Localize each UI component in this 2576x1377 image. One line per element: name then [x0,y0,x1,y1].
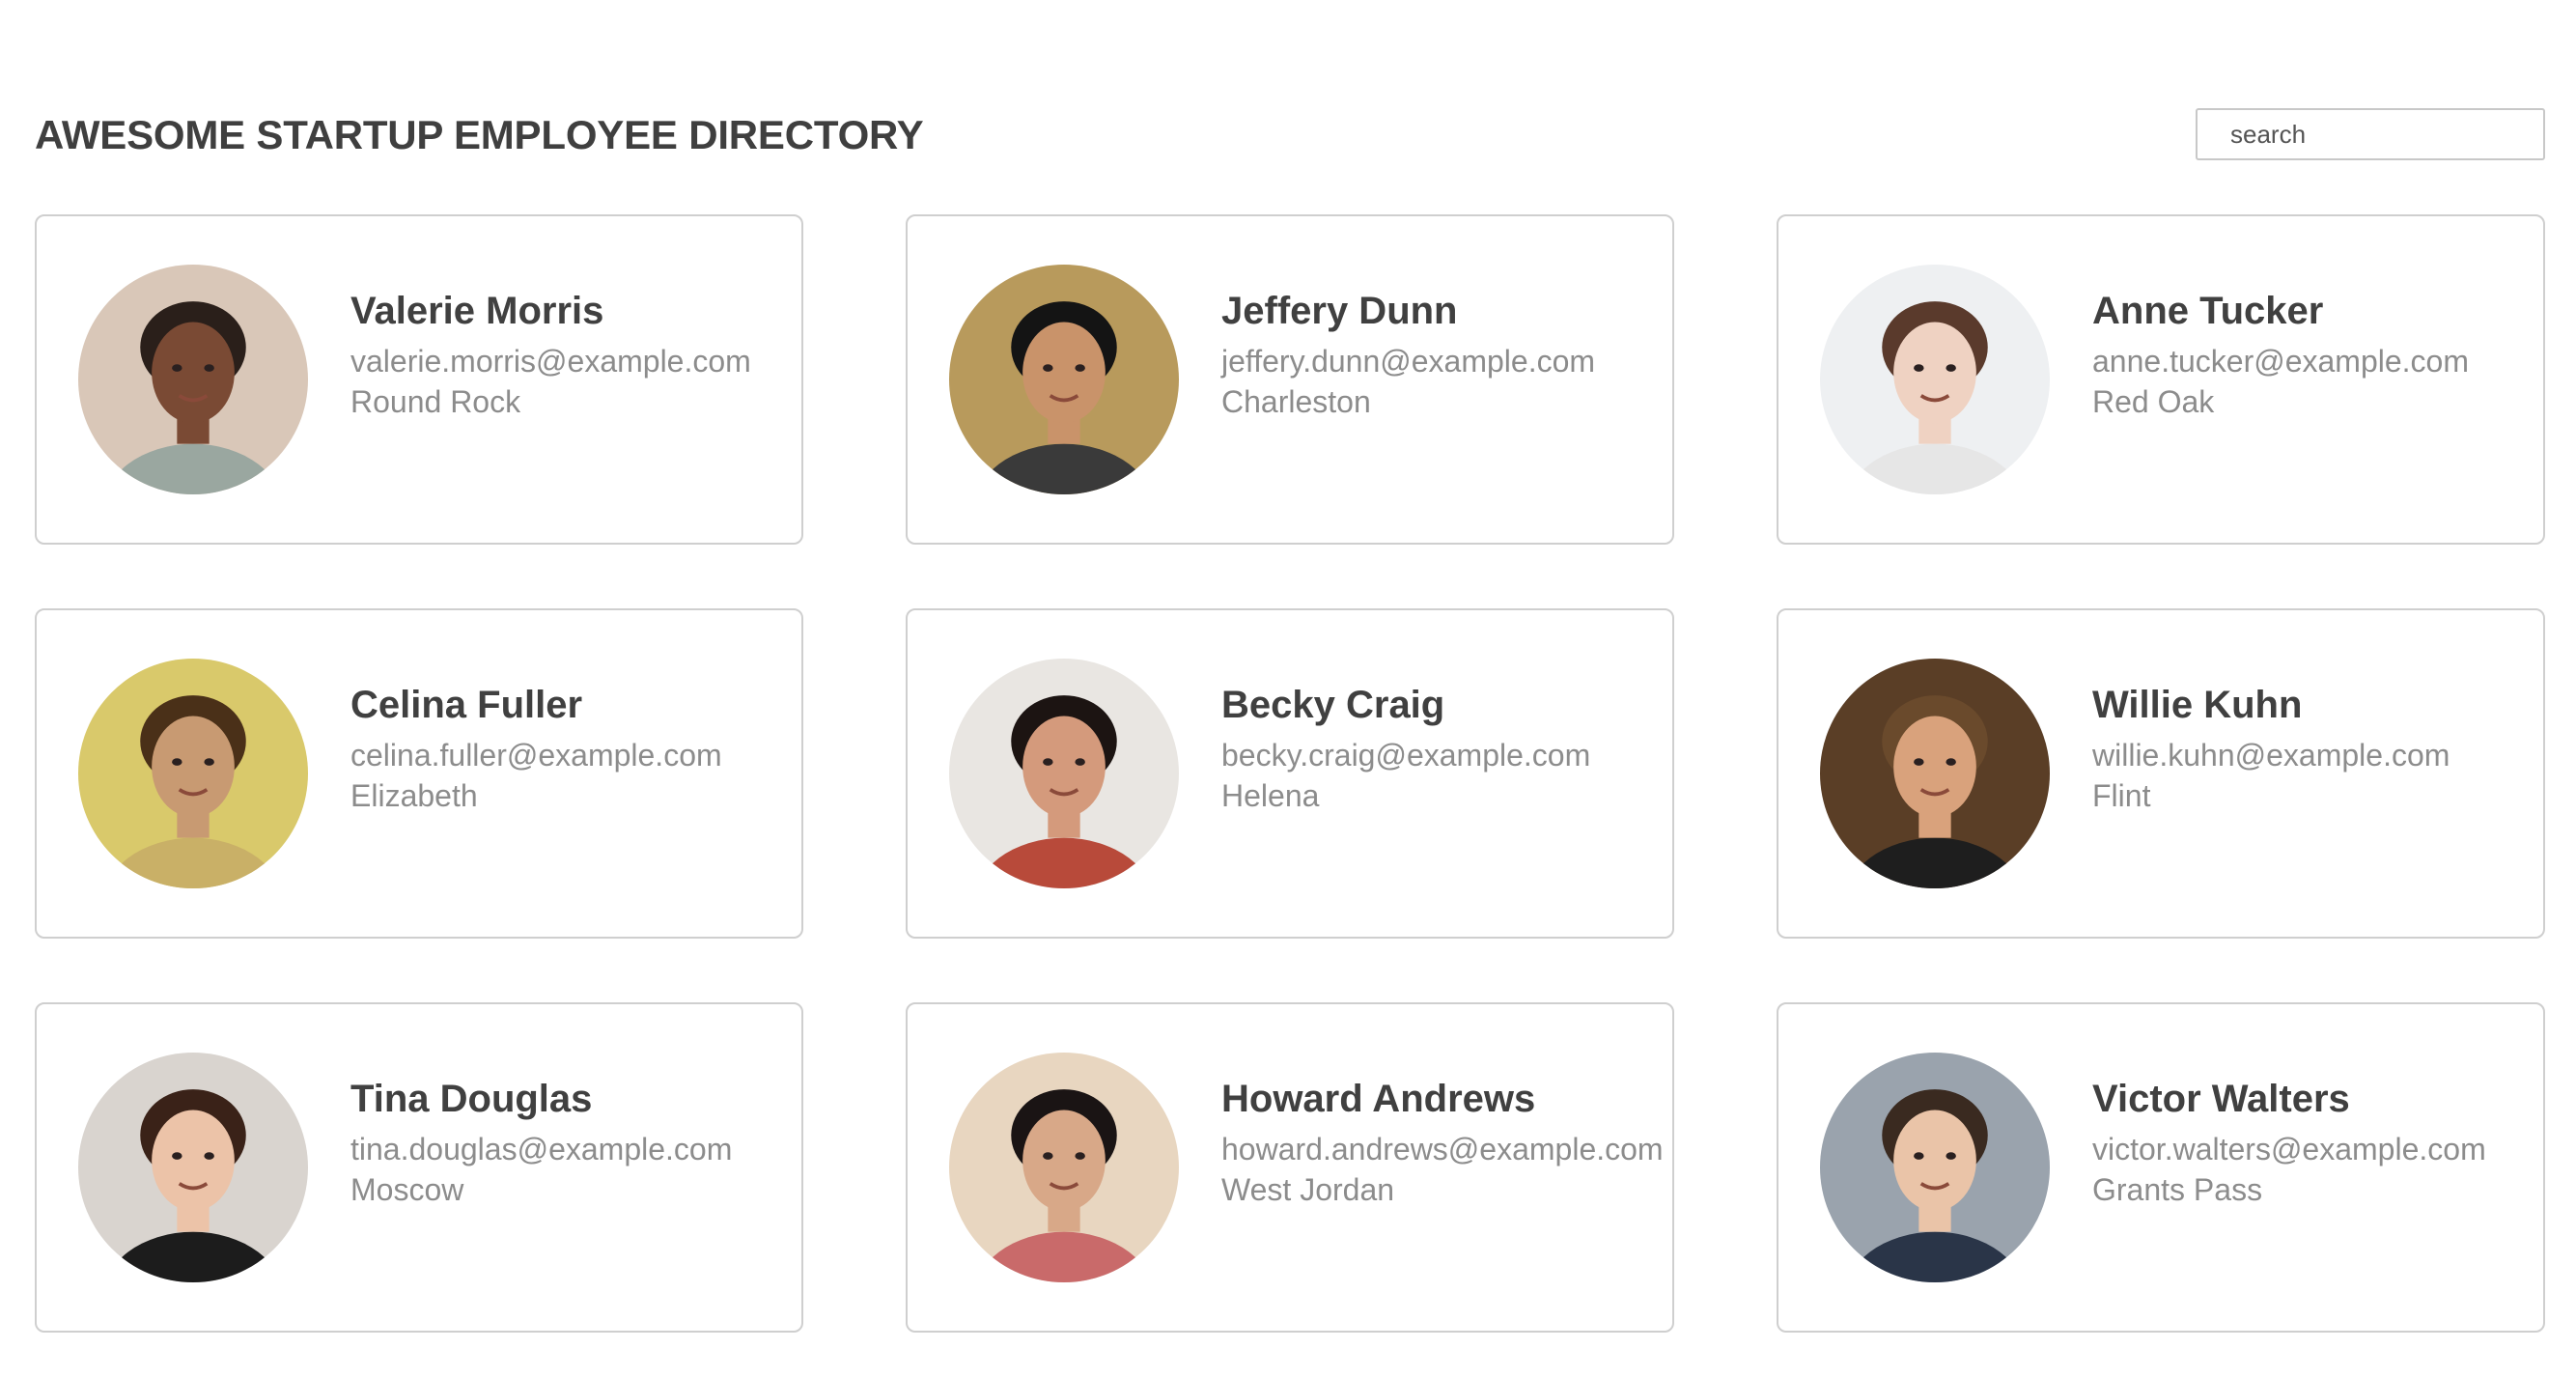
avatar [949,1053,1179,1282]
employee-city: Charleston [1221,384,1371,419]
employee-card[interactable]: Howard Andrews howard.andrews@example.co… [906,1002,1674,1333]
employee-info: Willie Kuhn willie.kuhn@example.com Flin… [2092,681,2450,816]
employee-card[interactable]: Valerie Morris valerie.morris@example.co… [35,214,803,545]
employee-name: Victor Walters [2092,1078,2350,1120]
avatar [949,265,1179,494]
avatar [78,659,308,888]
employee-name: Howard Andrews [1221,1078,1536,1120]
person-portrait-icon [78,1053,308,1282]
employee-city: Round Rock [350,384,521,419]
employee-email: becky.craig@example.com [1221,738,1591,773]
employee-name: Tina Douglas [350,1078,593,1120]
employee-card[interactable]: Willie Kuhn willie.kuhn@example.com Flin… [1777,608,2545,939]
employee-city: Flint [2092,778,2151,813]
employee-email: victor.walters@example.com [2092,1132,2486,1166]
employee-city: Moscow [350,1172,464,1207]
avatar [1820,1053,2050,1282]
employee-city: Red Oak [2092,384,2215,419]
person-portrait-icon [949,659,1179,888]
employee-info: Becky Craig becky.craig@example.com Hele… [1221,681,1590,816]
employee-info: Anne Tucker anne.tucker@example.com Red … [2092,287,2469,422]
employee-email: celina.fuller@example.com [350,738,722,773]
employee-grid: Valerie Morris valerie.morris@example.co… [35,214,2545,1333]
employee-card[interactable]: Celina Fuller celina.fuller@example.com … [35,608,803,939]
employee-name: Celina Fuller [350,684,583,726]
employee-city: Elizabeth [350,778,478,813]
avatar [1820,659,2050,888]
search-input[interactable] [2196,108,2545,160]
employee-info: Jeffery Dunn jeffery.dunn@example.com Ch… [1221,287,1595,422]
employee-card[interactable]: Becky Craig becky.craig@example.com Hele… [906,608,1674,939]
person-portrait-icon [1820,1053,2050,1282]
employee-card[interactable]: Anne Tucker anne.tucker@example.com Red … [1777,214,2545,545]
employee-info: Victor Walters victor.walters@example.co… [2092,1075,2486,1210]
page-title: AWESOME STARTUP EMPLOYEE DIRECTORY [35,112,924,157]
employee-name: Willie Kuhn [2092,684,2303,726]
employee-name: Becky Craig [1221,684,1445,726]
employee-info: Tina Douglas tina.douglas@example.com Mo… [350,1075,732,1210]
avatar [78,1053,308,1282]
avatar [1820,265,2050,494]
employee-info: Howard Andrews howard.andrews@example.co… [1221,1075,1664,1210]
header: AWESOME STARTUP EMPLOYEE DIRECTORY [35,108,2545,162]
employee-name: Jeffery Dunn [1221,290,1458,332]
person-portrait-icon [78,659,308,888]
employee-card[interactable]: Tina Douglas tina.douglas@example.com Mo… [35,1002,803,1333]
employee-email: tina.douglas@example.com [350,1132,733,1166]
person-portrait-icon [949,1053,1179,1282]
employee-city: West Jordan [1221,1172,1395,1207]
employee-card[interactable]: Victor Walters victor.walters@example.co… [1777,1002,2545,1333]
employee-email: anne.tucker@example.com [2092,344,2469,379]
employee-email: howard.andrews@example.com [1221,1132,1664,1166]
employee-name: Valerie Morris [350,290,604,332]
employee-email: willie.kuhn@example.com [2092,738,2450,773]
employee-card[interactable]: Jeffery Dunn jeffery.dunn@example.com Ch… [906,214,1674,545]
person-portrait-icon [949,265,1179,494]
person-portrait-icon [1820,265,2050,494]
employee-city: Helena [1221,778,1320,813]
employee-info: Celina Fuller celina.fuller@example.com … [350,681,722,816]
person-portrait-icon [78,265,308,494]
avatar [949,659,1179,888]
employee-name: Anne Tucker [2092,290,2324,332]
person-portrait-icon [1820,659,2050,888]
employee-info: Valerie Morris valerie.morris@example.co… [350,287,751,422]
avatar [78,265,308,494]
employee-email: valerie.morris@example.com [350,344,751,379]
employee-email: jeffery.dunn@example.com [1221,344,1596,379]
employee-city: Grants Pass [2092,1172,2263,1207]
